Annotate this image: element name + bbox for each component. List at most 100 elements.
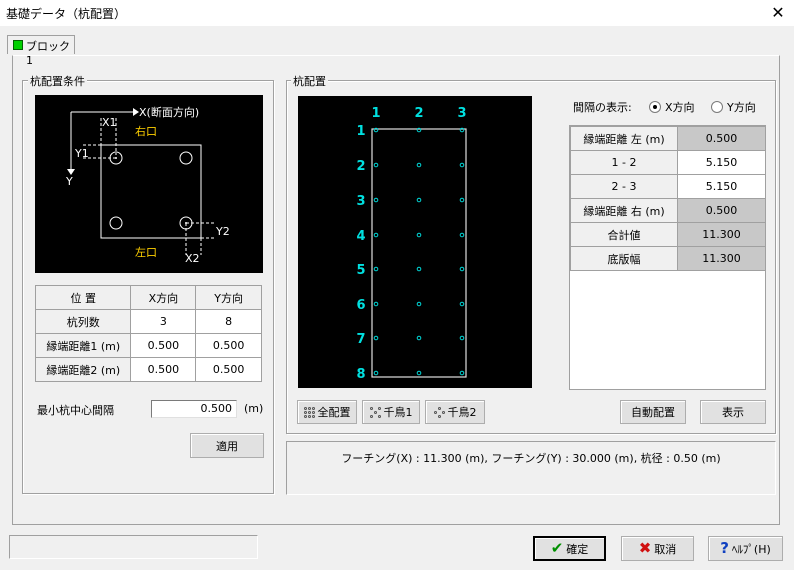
status-box — [9, 535, 258, 559]
x2-label: X2 — [185, 252, 200, 265]
spacing-display-label: 間隔の表示: — [573, 101, 632, 114]
pile-marker[interactable] — [373, 335, 379, 341]
edge1-x-cell[interactable]: 0.500 — [130, 333, 197, 358]
row-label: 2 - 3 — [570, 174, 678, 199]
cross-icon: ✖ — [638, 539, 652, 557]
row-label: 縁端距離1 (m) — [34, 333, 132, 358]
pile-marker[interactable] — [373, 197, 379, 203]
spacing-value: 11.300 — [677, 222, 766, 247]
help-button[interactable]: ? ﾍﾙﾌﾟ(H) — [708, 536, 783, 561]
button-label: 千鳥2 — [447, 406, 477, 419]
edge1-y-cell[interactable]: 0.500 — [195, 333, 262, 358]
pile-marker[interactable] — [459, 266, 465, 272]
tab-block1[interactable]: ブロック1 — [7, 35, 75, 67]
row-label: 縁端距離2 (m) — [34, 357, 132, 382]
radio-unchecked-icon — [711, 101, 723, 113]
table-row: 縁端距離1 (m) 0.500 0.500 — [34, 333, 262, 358]
spacing-list[interactable]: 縁端距離 左 (m) 0.500 1 - 2 5.150 2 - 3 5.150 縁端… — [569, 125, 766, 390]
table-row: 杭列数 3 8 — [34, 309, 262, 334]
check-icon: ✔ — [550, 539, 564, 557]
pile-marker[interactable] — [416, 232, 422, 238]
row-label: 1 - 2 — [570, 150, 678, 175]
cancel-button[interactable]: ✖ 取消 — [621, 536, 694, 561]
pile-marker[interactable] — [459, 335, 465, 341]
axis-y-label: Y — [65, 175, 73, 188]
edge2-y-cell[interactable]: 0.500 — [195, 357, 262, 382]
pile-plot[interactable]: 1 2 3 1 2 3 4 5 6 7 8 — [298, 96, 532, 388]
all-layout-button[interactable]: 全配置 — [297, 400, 357, 424]
spacing-value: 11.300 — [677, 246, 766, 271]
pile-count-x-cell[interactable]: 3 — [130, 309, 197, 334]
button-label: 千鳥1 — [383, 406, 413, 419]
apply-button[interactable]: 適用 — [190, 433, 264, 458]
radio-y-direction[interactable]: Y方向 — [711, 99, 756, 115]
pile-marker[interactable] — [416, 162, 422, 168]
radio-x-direction[interactable]: X方向 — [649, 99, 695, 115]
edge2-x-cell[interactable]: 0.500 — [130, 357, 197, 382]
table-header: X方向 — [130, 285, 197, 310]
table-header: 位 置 — [34, 285, 132, 310]
zigzag2-button[interactable]: 千鳥2 — [425, 400, 485, 424]
pile-marker[interactable] — [373, 301, 379, 307]
pile-marker[interactable] — [459, 301, 465, 307]
pile-marker[interactable] — [416, 301, 422, 307]
zigzag-dots-icon — [433, 406, 445, 418]
row-label: 3 — [356, 194, 365, 209]
zigzag1-button[interactable]: 千鳥1 — [362, 400, 420, 424]
spacing-value: 0.500 — [677, 198, 766, 223]
row-label: 2 — [356, 159, 365, 174]
pile-marker[interactable] — [373, 232, 379, 238]
button-label: 確定 — [566, 542, 589, 556]
pile-icon — [109, 216, 123, 230]
pile-marker[interactable] — [416, 370, 422, 376]
spacing-value[interactable]: 5.150 — [677, 150, 766, 175]
row-label: 8 — [356, 367, 365, 382]
pile-conditions-title: 杭配置条件 — [28, 73, 87, 89]
min-spacing-label: 最小杭中心間隔 — [37, 404, 114, 417]
pile-marker[interactable] — [459, 232, 465, 238]
row-label: 4 — [356, 229, 365, 244]
pile-marker[interactable] — [373, 162, 379, 168]
close-icon[interactable]: ✕ — [766, 2, 790, 24]
pile-count-y-cell[interactable]: 8 — [195, 309, 262, 334]
table-row: 縁端距離 左 (m) 0.500 — [570, 126, 766, 151]
y2-label: Y2 — [215, 225, 230, 238]
button-label: 取消 — [654, 542, 677, 556]
spacing-value: 0.500 — [677, 126, 766, 151]
x1-label: X1 — [102, 116, 117, 129]
column-label: 1 — [371, 106, 380, 121]
radio-label: X方向 — [665, 101, 695, 114]
block-color-icon — [13, 40, 23, 50]
window-title: 基礎データ（杭配置） — [6, 7, 127, 21]
row-label: 1 — [356, 124, 365, 139]
condition-table: 位 置 X方向 Y方向 杭列数 3 8 縁端距離1 (m) 0.500 0.50… — [34, 285, 262, 382]
min-spacing-input[interactable]: 0.500 — [151, 400, 237, 418]
pile-marker[interactable] — [459, 197, 465, 203]
ok-button[interactable]: ✔ 確定 — [533, 536, 606, 561]
row-label: 6 — [356, 298, 365, 313]
row-label: 縁端距離 左 (m) — [570, 126, 678, 151]
spacing-table: 縁端距離 左 (m) 0.500 1 - 2 5.150 2 - 3 5.150 縁端… — [570, 126, 766, 271]
pile-marker[interactable] — [459, 162, 465, 168]
row-label: 杭列数 — [34, 309, 132, 334]
table-row: 2 - 3 5.150 — [570, 174, 766, 199]
button-label: ﾍﾙﾌﾟ(H) — [731, 542, 771, 556]
show-button[interactable]: 表示 — [700, 400, 766, 424]
pile-marker[interactable] — [459, 370, 465, 376]
layout-diagram: X(断面方向) Y X1 Y1 X2 Y2 右口 左口 — [35, 95, 263, 273]
min-spacing-unit: (m) — [244, 402, 264, 415]
column-label: 2 — [414, 106, 423, 121]
table-row: 縁端距離2 (m) 0.500 0.500 — [34, 357, 262, 382]
pile-marker[interactable] — [373, 266, 379, 272]
table-row: 縁端距離 右 (m) 0.500 — [570, 198, 766, 223]
pile-marker[interactable] — [416, 335, 422, 341]
pile-marker[interactable] — [416, 266, 422, 272]
pile-marker[interactable] — [416, 197, 422, 203]
auto-layout-button[interactable]: 自動配置 — [620, 400, 686, 424]
right-side-label: 右口 — [135, 124, 157, 138]
spacing-value[interactable]: 5.150 — [677, 174, 766, 199]
help-icon: ? — [720, 539, 729, 557]
axis-x-label: X(断面方向) — [139, 105, 199, 119]
pile-marker[interactable] — [373, 370, 379, 376]
row-label: 縁端距離 右 (m) — [570, 198, 678, 223]
